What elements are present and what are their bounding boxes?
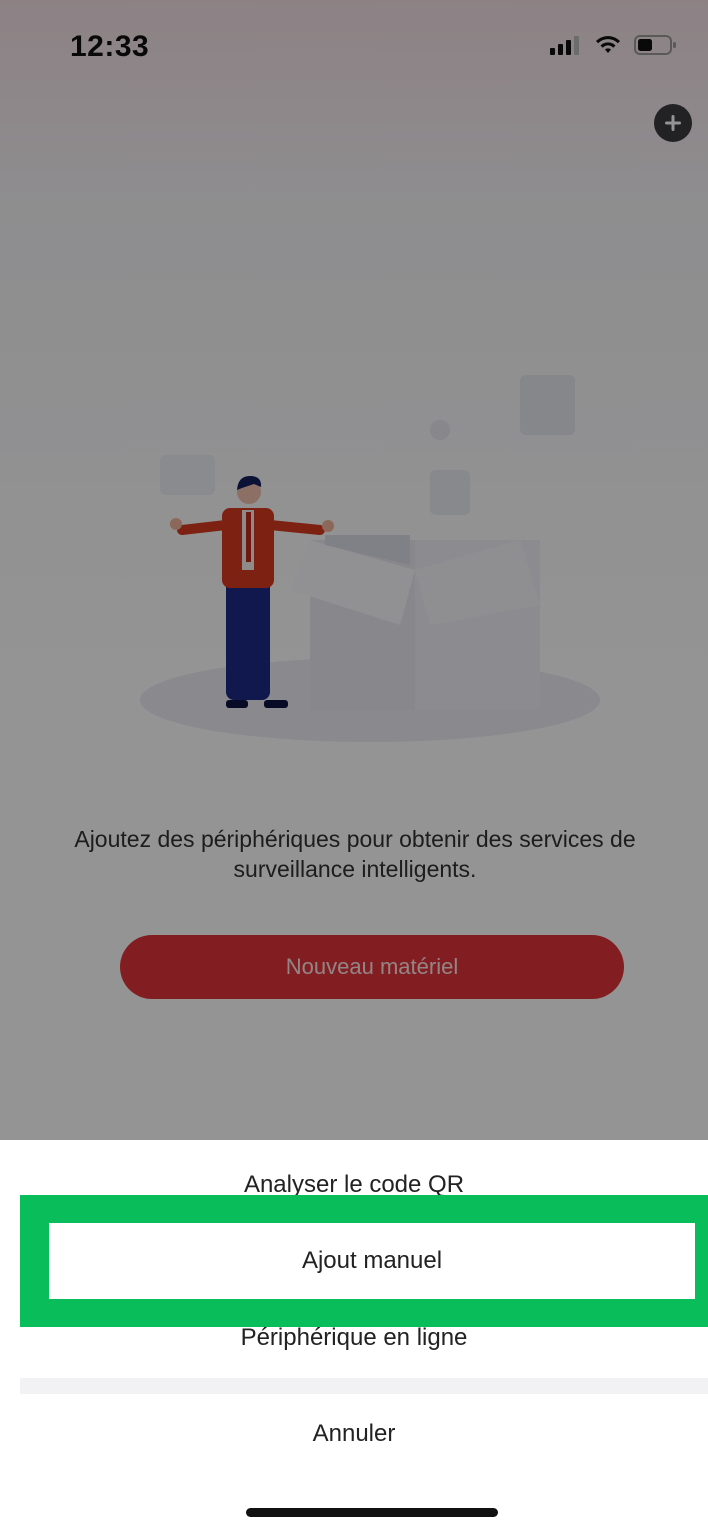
home-indicator[interactable] xyxy=(246,1508,498,1517)
cancel-button[interactable]: Annuler xyxy=(0,1399,708,1469)
app-screen: 12:33 Ajoutez des périphériques pour obt… xyxy=(0,0,708,1523)
manual-add-option[interactable]: Ajout manuel xyxy=(49,1223,695,1299)
action-sheet: Analyser le code QR Ajout manuel Périphé… xyxy=(0,1140,708,1523)
online-device-option[interactable]: Périphérique en ligne xyxy=(0,1303,708,1373)
modal-dim-overlay[interactable] xyxy=(0,0,708,1140)
sheet-divider xyxy=(20,1378,708,1394)
